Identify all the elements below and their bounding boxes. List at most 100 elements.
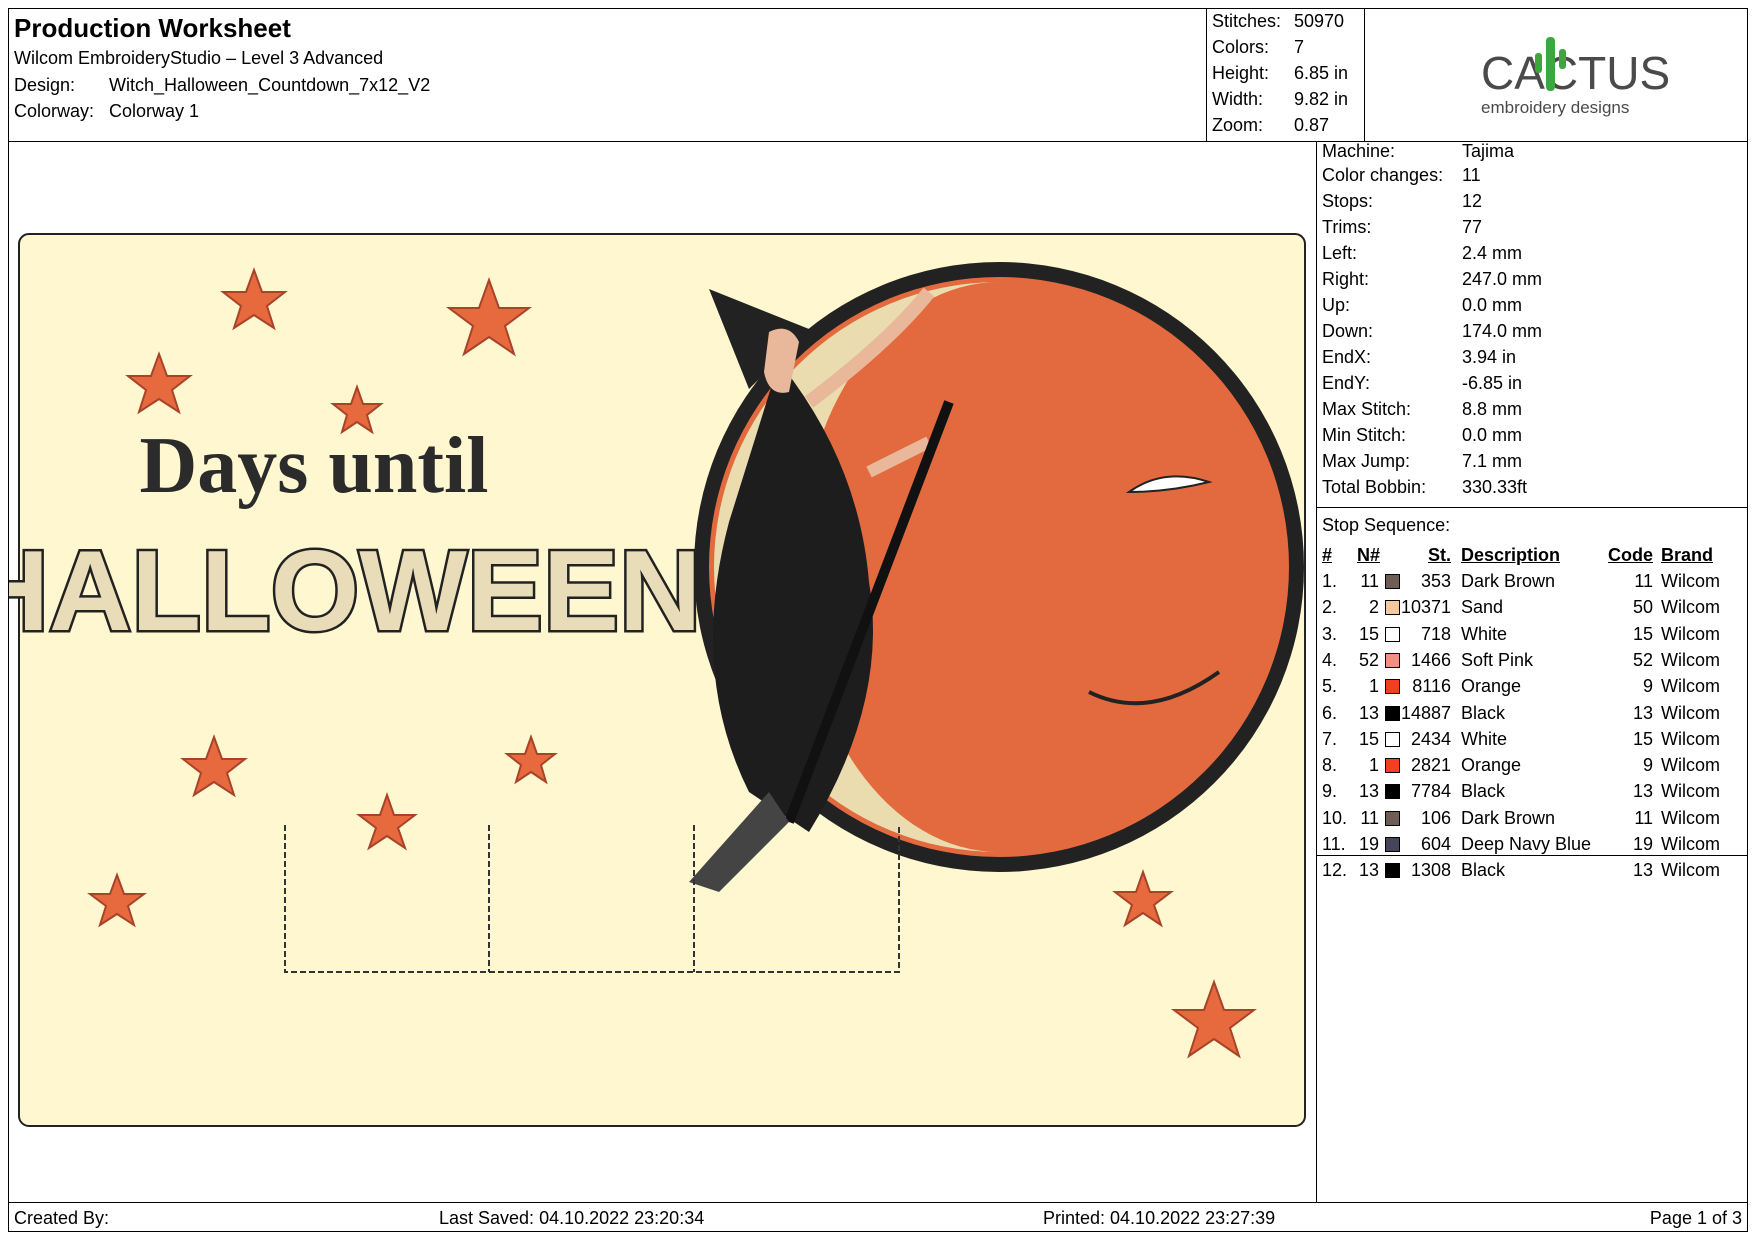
info-label: Max Jump:	[1322, 451, 1411, 471]
info-value: 11	[1462, 165, 1481, 185]
col-header-brand: Brand	[1661, 545, 1714, 565]
info-value: 8.8 mm	[1462, 399, 1523, 419]
row-code: 19	[1632, 834, 1653, 854]
row-description: Dark Brown	[1461, 571, 1556, 591]
row-code: 52	[1632, 649, 1653, 670]
row-stitches: 106	[1420, 807, 1451, 828]
row-number: 12.	[1322, 860, 1348, 881]
colorway-value: Colorway 1	[109, 101, 200, 121]
row-stitches: 14887	[1400, 702, 1451, 723]
row-brand: Wilcom	[1661, 807, 1720, 828]
row-number: 11.	[1322, 834, 1346, 854]
info-label: Right:	[1322, 269, 1370, 289]
row-description: Orange	[1461, 676, 1522, 697]
row-brand: Wilcom	[1661, 728, 1720, 749]
stat-value: 6.85 in	[1294, 63, 1349, 83]
info-label: Down:	[1322, 321, 1374, 341]
divider	[1317, 507, 1747, 508]
info-row: Color changes: 11	[1322, 165, 1481, 186]
stats-box: Stitches: 50970 Colors: 7 Height: 6.85 in W…	[1206, 9, 1365, 141]
row-needle: 13	[1358, 702, 1379, 723]
info-label: Max Stitch:	[1322, 399, 1412, 419]
stat-label: Width:	[1212, 89, 1264, 109]
info-row: Machine: Tajima	[1322, 141, 1514, 162]
page-number: Page 1 of 3	[1649, 1208, 1742, 1228]
design-preview-area: Days until HALLOWEEN	[0, 142, 1317, 1202]
row-description: Deep Navy Blue	[1461, 834, 1592, 854]
design-value: Witch_Halloween_Countdown_7x12_V2	[109, 75, 431, 95]
info-value: Tajima	[1462, 141, 1515, 161]
row-brand: Wilcom	[1661, 781, 1720, 802]
worksheet-frame: Production Worksheet Wilcom EmbroiderySt…	[0, 8, 1748, 1232]
info-label: Color changes:	[1322, 165, 1444, 185]
colorway-row: Colorway: Colorway 1	[14, 101, 199, 122]
col-header-needle: N#	[1357, 545, 1381, 565]
row-brand: Wilcom	[1661, 623, 1720, 644]
row-code: 15	[1632, 623, 1653, 644]
design-preview: Days until HALLOWEEN	[0, 233, 1306, 1127]
design-row: Design: Witch_Halloween_Countdown_7x12_V2	[14, 75, 430, 96]
row-code: 9	[1642, 676, 1653, 697]
stat-row: Height: 6.85 in	[1212, 63, 1348, 84]
row-brand: Wilcom	[1661, 755, 1720, 776]
row-needle: 13	[1358, 781, 1379, 802]
info-value: 0.0 mm	[1462, 425, 1523, 445]
row-stitches: 353	[1420, 571, 1451, 591]
stop-sequence-title: Stop Sequence:	[1322, 515, 1451, 535]
logo-brand: CACTUS	[1481, 47, 1670, 99]
row-description: Black	[1461, 702, 1506, 723]
row-number: 3.	[1322, 623, 1338, 644]
row-stitches: 10371	[1400, 597, 1451, 618]
col-header-code: Code	[1608, 545, 1653, 565]
row-brand: Wilcom	[1661, 571, 1720, 591]
info-label: EndX:	[1322, 347, 1372, 367]
row-stitches: 718	[1420, 623, 1451, 644]
stat-row: Colors: 7	[1212, 37, 1304, 58]
info-label: EndY:	[1322, 373, 1371, 393]
row-code: 11	[1634, 571, 1653, 591]
row-code: 11	[1634, 807, 1653, 828]
row-brand: Wilcom	[1661, 597, 1720, 618]
stat-label: Zoom:	[1212, 115, 1264, 135]
row-number: 2.	[1322, 597, 1338, 618]
info-value: 0.0 mm	[1462, 295, 1523, 315]
row-stitches: 1466	[1410, 649, 1451, 670]
software-name: Wilcom EmbroideryStudio – Level 3 Advanc…	[14, 48, 384, 68]
row-description: Soft Pink	[1461, 649, 1534, 670]
colorway-label: Colorway:	[14, 101, 95, 121]
header: Production Worksheet Wilcom EmbroiderySt…	[9, 9, 1747, 142]
info-row: Up: 0.0 mm	[1322, 295, 1522, 316]
info-value: -6.85 in	[1462, 373, 1523, 393]
printed-date: Printed: 04.10.2022 23:27:39	[1043, 1208, 1276, 1228]
row-brand: Wilcom	[1661, 676, 1720, 697]
row-stitches: 7784	[1410, 781, 1451, 802]
design-text-halloween: HALLOWEEN	[9, 528, 701, 655]
row-code: 13	[1632, 781, 1653, 802]
info-row: Down: 174.0 mm	[1322, 321, 1542, 342]
info-label: Up:	[1322, 295, 1351, 315]
machine-info-panel: Machine: Tajima Color changes: 11 Stops: 12…	[1317, 141, 1747, 1202]
info-row: Max Jump: 7.1 mm	[1322, 451, 1522, 472]
row-number: 6.	[1322, 702, 1338, 723]
info-row: Min Stitch: 0.0 mm	[1322, 425, 1522, 446]
row-brand: Wilcom	[1661, 649, 1720, 670]
row-number: 10.	[1322, 807, 1348, 828]
divider	[1317, 855, 1747, 856]
info-value: 174.0 mm	[1462, 321, 1543, 341]
cactus-logo-icon: CACTUS embroidery designs	[1481, 37, 1670, 117]
info-label: Min Stitch:	[1322, 425, 1407, 445]
row-code: 13	[1632, 702, 1653, 723]
row-code: 50	[1632, 597, 1653, 618]
col-header-num: #	[1322, 545, 1333, 565]
last-saved: Last Saved: 04.10.2022 23:20:34	[439, 1208, 705, 1228]
page-title: Production Worksheet	[14, 13, 291, 43]
info-value: 3.94 in	[1462, 347, 1517, 367]
info-label: Total Bobbin:	[1322, 477, 1427, 497]
logo-tagline: embroidery designs	[1481, 98, 1629, 117]
row-number: 8.	[1322, 755, 1338, 776]
col-header-description: Description	[1461, 545, 1561, 565]
row-stitches: 1308	[1410, 860, 1451, 881]
row-brand: Wilcom	[1661, 834, 1720, 854]
stat-label: Colors:	[1212, 37, 1270, 57]
row-number: 5.	[1322, 676, 1338, 697]
